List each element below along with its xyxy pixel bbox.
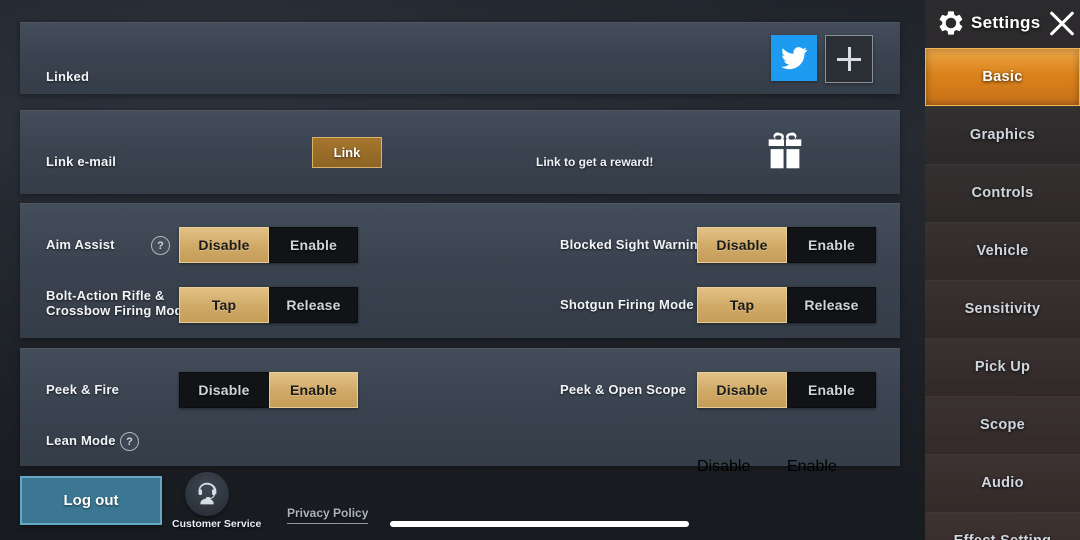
blocked-sight-option-disable[interactable]: Disable [697,227,787,263]
peek-and-open-scope-toggle[interactable]: Disable Enable [697,372,876,408]
aim-assist-option-enable[interactable]: Enable [269,227,358,263]
shotgun-firing-mode-label: Shotgun Firing Mode [560,297,694,312]
log-out-button[interactable]: Log out [20,476,162,525]
linked-accounts-panel: Linked [20,22,900,94]
gear-icon [939,11,963,35]
blocked-sight-warning-toggle[interactable]: Disable Enable [697,227,876,263]
bolt-action-firing-mode-label: Bolt-Action Rifle & Crossbow Firing Mode [46,288,191,318]
sidebar-item-graphics[interactable]: Graphics [925,106,1080,164]
peek-and-fire-option-disable[interactable]: Disable [179,372,269,408]
settings-content-area: Linked Link e-mail Link Link to get a re… [0,0,925,540]
lean-mode-help-icon[interactable]: ? [120,432,139,451]
customer-service-icon-circle [185,472,229,516]
link-email-button[interactable]: Link [312,137,382,168]
gift-box-icon [768,132,802,169]
add-account-button[interactable] [825,35,873,83]
settings-sidebar: Settings Basic Graphics Controls Vehicle… [925,0,1080,540]
sidebar-item-vehicle[interactable]: Vehicle [925,222,1080,280]
aim-assist-toggle[interactable]: Disable Enable [179,227,358,263]
privacy-policy-link[interactable]: Privacy Policy [287,506,369,524]
sidebar-header: Settings [925,0,1080,47]
sidebar-item-controls[interactable]: Controls [925,164,1080,222]
home-indicator[interactable] [390,521,689,527]
customer-service-button[interactable]: Customer Service [172,472,262,530]
shotgun-option-release[interactable]: Release [787,287,876,323]
panel-sheen [20,22,900,58]
aim-assist-label: Aim Assist [46,237,115,252]
sidebar-item-effect-setting[interactable]: Effect Setting [925,512,1080,540]
sidebar-item-scope[interactable]: Scope [925,396,1080,454]
combat-settings-panel: Aim Assist ? Disable Enable Blocked Sigh… [20,203,900,338]
twitter-bird-icon [781,47,808,70]
headset-support-icon [198,482,217,505]
bottom-bar: Log out Customer Service Privacy Policy [0,466,925,540]
shotgun-option-tap[interactable]: Tap [697,287,787,323]
link-email-panel: Link e-mail Link Link to get a reward! [20,110,900,194]
aim-assist-help-icon[interactable]: ? [151,236,170,255]
peek-and-open-scope-label: Peek & Open Scope [560,382,687,397]
bolt-action-option-release[interactable]: Release [269,287,358,323]
lean-mode-label: Lean Mode [46,433,116,448]
peek-and-fire-option-enable[interactable]: Enable [269,372,358,408]
peek-open-scope-option-disable[interactable]: Disable [697,372,787,408]
customer-service-label: Customer Service [172,518,262,530]
link-email-label: Link e-mail [46,154,117,169]
peek-and-fire-toggle[interactable]: Disable Enable [179,372,358,408]
sidebar-item-basic[interactable]: Basic [925,48,1080,106]
peek-and-fire-label: Peek & Fire [46,382,120,397]
aim-assist-option-disable[interactable]: Disable [179,227,269,263]
blocked-sight-option-enable[interactable]: Enable [787,227,876,263]
blocked-sight-warning-label: Blocked Sight Warning [560,237,707,252]
sidebar-item-sensitivity[interactable]: Sensitivity [925,280,1080,338]
peek-open-scope-option-enable[interactable]: Enable [787,372,876,408]
close-icon[interactable] [1047,8,1077,38]
shotgun-firing-mode-toggle[interactable]: Tap Release [697,287,876,323]
linked-label: Linked [46,69,90,84]
sidebar-item-pickup[interactable]: Pick Up [925,338,1080,396]
reward-hint-text: Link to get a reward! [536,155,654,169]
peek-settings-panel: Peek & Fire Disable Enable Peek & Open S… [20,348,900,475]
settings-title: Settings [971,13,1041,32]
sidebar-item-audio[interactable]: Audio [925,454,1080,512]
bolt-action-firing-mode-toggle[interactable]: Tap Release [179,287,358,323]
twitter-link-button[interactable] [771,35,817,81]
plus-icon-vertical [847,47,851,71]
bolt-action-option-tap[interactable]: Tap [179,287,269,323]
